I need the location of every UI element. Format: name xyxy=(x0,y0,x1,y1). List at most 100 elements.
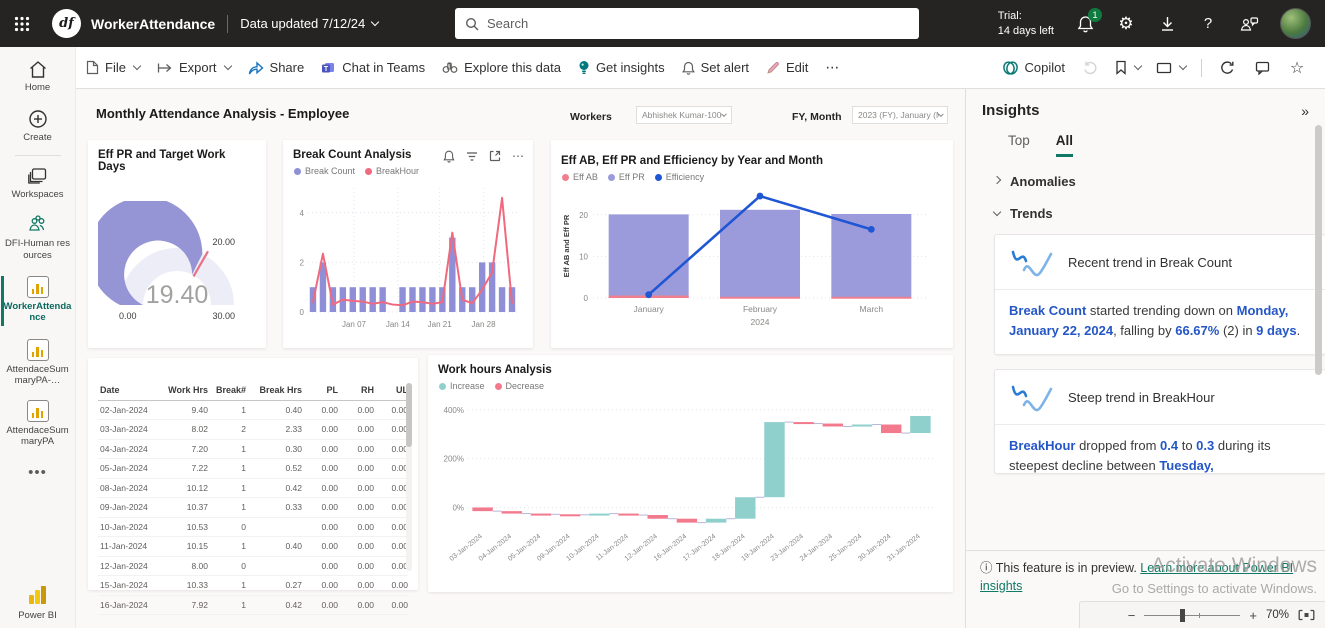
focus-mode-icon[interactable] xyxy=(489,150,501,162)
set-alert-button[interactable]: Set alert xyxy=(682,60,749,75)
section-anomalies[interactable]: Anomalies xyxy=(994,174,1309,189)
break-count-card[interactable]: Break Count Analysis ⋯ Break Count Break… xyxy=(283,140,533,348)
gauge-card[interactable]: Eff PR and Target Work Days 20.000.0030.… xyxy=(88,140,266,348)
df-logo[interactable]: df xyxy=(52,9,81,38)
chat-in-teams-button[interactable]: T Chat in Teams xyxy=(321,60,425,75)
svg-text:February: February xyxy=(743,304,778,314)
get-insights-button[interactable]: Get insights xyxy=(578,60,665,75)
panel-scrollbar[interactable] xyxy=(1315,125,1322,485)
sidebar-item-attendacesummarypa-2[interactable]: AttendaceSummaryPA xyxy=(0,400,76,448)
divider xyxy=(15,155,61,156)
fy-month-filter-dropdown[interactable]: 2023 (FY), January (Mo... xyxy=(852,106,948,124)
export-menu[interactable]: Export xyxy=(157,60,231,75)
zoom-slider[interactable] xyxy=(1144,609,1240,622)
table-row[interactable]: 04-Jan-20247.2010.300.000.000.00 xyxy=(98,440,408,460)
chevron-down-icon xyxy=(722,111,727,116)
insights-panel: Insights » Top All Anomalies Trends xyxy=(965,89,1325,628)
workers-filter-dropdown[interactable]: Abhishek Kumar-100077 xyxy=(636,106,732,124)
sidebar-item-dfi-human-resources[interactable]: DFI-Human resources xyxy=(0,215,76,261)
table-row[interactable]: 02-Jan-20249.4010.400.000.000.00 xyxy=(98,401,408,421)
table-row[interactable]: 08-Jan-202410.1210.420.000.000.00 xyxy=(98,479,408,499)
info-icon: ⓘ xyxy=(980,561,993,575)
sidebar-item-attendacesummarypa-1[interactable]: AttendaceSummaryPA-… xyxy=(0,339,76,387)
svg-text:Jan 07: Jan 07 xyxy=(342,320,367,329)
favorite-star-icon[interactable]: ☆ xyxy=(1287,58,1307,78)
table-header-row: DateWork HrsBreak#Break HrsPLRHUL xyxy=(98,381,408,401)
table-row[interactable]: 10-Jan-202410.5300.000.000.00 xyxy=(98,518,408,538)
sidebar-item-workerattendance[interactable]: WorkerAttendance xyxy=(0,276,76,324)
table-row[interactable]: 11-Jan-202410.1510.400.000.000.00 xyxy=(98,537,408,557)
user-avatar[interactable] xyxy=(1280,8,1311,39)
sidebar-more-icon[interactable]: ••• xyxy=(28,464,47,481)
topbar-actions: Trial:14 days left 1 ⚙ ? xyxy=(998,8,1311,39)
table-row[interactable]: 16-Jan-20247.9210.420.000.000.00 xyxy=(98,596,408,616)
sidebar-item-workspaces[interactable]: Workspaces xyxy=(0,167,76,200)
sidebar-item-home[interactable]: Home xyxy=(0,60,76,93)
table-scrollbar[interactable] xyxy=(406,383,412,571)
svg-text:200%: 200% xyxy=(444,455,464,464)
zoom-in-button[interactable]: + xyxy=(1249,608,1257,623)
feedback-icon[interactable] xyxy=(1239,14,1259,34)
legend-dot xyxy=(495,383,502,390)
legend: Increase Decrease xyxy=(439,381,943,391)
bookmarks-menu[interactable] xyxy=(1115,60,1141,75)
table-row[interactable]: 03-Jan-20248.0222.330.000.000.00 xyxy=(98,420,408,440)
zoom-out-button[interactable]: − xyxy=(1128,608,1136,623)
notifications-bell-icon[interactable]: 1 xyxy=(1075,14,1095,34)
svg-text:10: 10 xyxy=(579,252,588,261)
tab-top[interactable]: Top xyxy=(1008,133,1030,157)
efficiency-card[interactable]: Eff AB, Eff PR and Efficiency by Year an… xyxy=(551,140,953,348)
data-updated-dropdown[interactable]: Data updated 7/12/24 xyxy=(240,16,378,31)
tab-all[interactable]: All xyxy=(1056,133,1073,157)
more-options-icon[interactable]: ⋯ xyxy=(512,149,525,163)
explore-data-button[interactable]: Explore this data xyxy=(442,60,561,75)
share-button[interactable]: Share xyxy=(248,60,305,75)
svg-text:Jan 28: Jan 28 xyxy=(472,320,497,329)
visual-header-icons: ⋯ xyxy=(443,149,525,163)
legend-dot xyxy=(439,383,446,390)
download-icon[interactable] xyxy=(1157,14,1177,34)
global-search[interactable] xyxy=(455,8,919,39)
search-input[interactable] xyxy=(487,16,909,31)
table-row[interactable]: 05-Jan-20247.2210.520.000.000.00 xyxy=(98,459,408,479)
table-row[interactable]: 09-Jan-202410.3710.330.000.000.00 xyxy=(98,498,408,518)
comments-icon[interactable] xyxy=(1252,58,1272,78)
legend: Break Count BreakHour xyxy=(294,166,523,176)
edit-button[interactable]: Edit xyxy=(766,60,808,75)
copilot-button[interactable]: Copilot xyxy=(1002,60,1065,76)
attendance-table-card[interactable]: DateWork HrsBreak#Break HrsPLRHUL 02-Jan… xyxy=(88,358,418,590)
table-row[interactable]: 12-Jan-20248.0000.000.000.00 xyxy=(98,557,408,577)
svg-text:0: 0 xyxy=(584,294,589,303)
file-menu[interactable]: File xyxy=(86,60,140,75)
insight-card-break-count[interactable]: Recent trend in Break Count Break Count … xyxy=(994,234,1325,355)
waffle-menu-icon[interactable] xyxy=(14,16,30,32)
app-title: WorkerAttendance xyxy=(91,16,215,32)
sidebar-item-create[interactable]: Create xyxy=(0,109,76,143)
divider xyxy=(227,15,228,33)
work-hours-card[interactable]: Work hours Analysis Increase Decrease 0%… xyxy=(428,355,953,592)
svg-text:0.00: 0.00 xyxy=(119,311,137,321)
collapse-panel-icon[interactable]: » xyxy=(1301,103,1309,119)
legend-dot xyxy=(294,168,301,175)
insight-card-breakhour[interactable]: Steep trend in BreakHour BreakHour dropp… xyxy=(994,369,1325,474)
filter-icon[interactable] xyxy=(466,151,478,162)
more-options-icon[interactable]: ⋯ xyxy=(825,59,840,76)
refresh-icon[interactable] xyxy=(1217,58,1237,78)
settings-gear-icon[interactable]: ⚙ xyxy=(1116,14,1136,34)
help-icon[interactable]: ? xyxy=(1198,14,1218,34)
powerbi-logo: Power BI xyxy=(0,583,76,621)
legend: Eff AB Eff PR Efficiency xyxy=(562,172,943,182)
section-trends[interactable]: Trends xyxy=(994,206,1309,221)
view-menu[interactable] xyxy=(1156,62,1186,74)
alert-icon[interactable] xyxy=(443,150,455,163)
table-row[interactable]: 15-Jan-202410.3310.270.000.000.00 xyxy=(98,576,408,596)
svg-text:March: March xyxy=(860,304,884,314)
insight-body: Break Count started trending down on Mon… xyxy=(995,290,1325,354)
svg-text:2: 2 xyxy=(300,258,305,267)
report-icon xyxy=(27,276,49,298)
left-nav: Home Create Workspaces DFI-Human resourc… xyxy=(0,47,76,628)
gauge-chart: 20.000.0030.0019.40 xyxy=(98,201,256,329)
fit-to-page-icon[interactable] xyxy=(1298,609,1315,621)
svg-text:400%: 400% xyxy=(444,406,464,415)
svg-text:T: T xyxy=(324,66,329,73)
